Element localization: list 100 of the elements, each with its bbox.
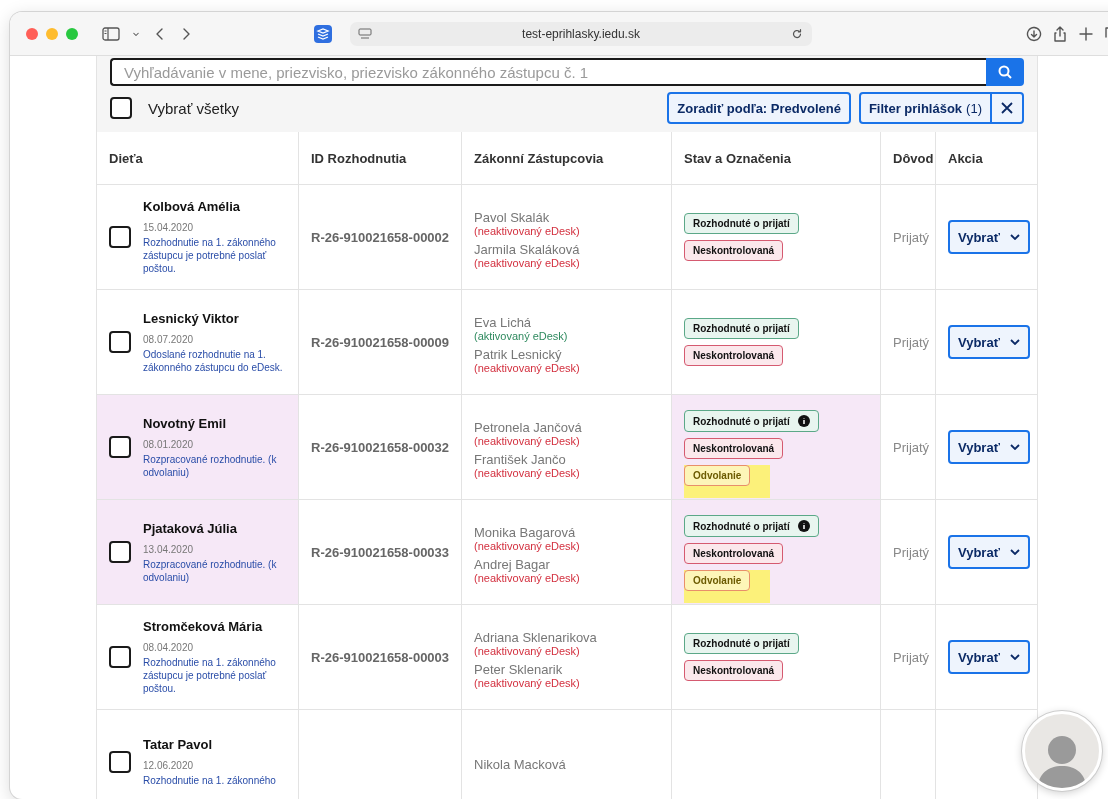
decision-id: R-26-910021658-00033	[311, 544, 450, 560]
column-header: Dôvod	[893, 150, 934, 166]
status-tag: Rozhodnuté o prijatí	[684, 213, 799, 234]
guardian-name: Jarmila Skaláková	[474, 242, 580, 257]
column-header: Zákonní Zástupcovia	[474, 150, 604, 166]
sidebar-icon[interactable]	[102, 26, 120, 41]
status-tag: Neskontrolovaná	[684, 345, 784, 366]
guardian-name: Adriana Sklenarikova	[474, 630, 597, 645]
edesk-status: (neaktivovaný eDesk)	[474, 225, 580, 237]
share-icon[interactable]	[1052, 25, 1068, 42]
decision-id: R-26-910021658-00003	[311, 649, 450, 665]
decision-note: Rozhodnutie na 1. zákonného zástupcu je potrebné poslať poštou.	[143, 656, 277, 695]
chevron-down-icon	[1009, 339, 1020, 345]
status-tag: Odvolanie	[684, 570, 751, 591]
birth-date: 08.07.2020	[143, 333, 195, 345]
child-name: Pjataková Júlia	[143, 520, 238, 536]
row-checkbox[interactable]	[109, 331, 131, 353]
guardian-name: Andrej Bagar	[474, 557, 551, 572]
birth-date: 08.04.2020	[143, 642, 195, 653]
decision-id: R-26-910021658-00009	[311, 334, 450, 350]
edesk-status: (neaktivovaný eDesk)	[474, 467, 581, 479]
guardian-name: Eva Lichá	[474, 315, 533, 330]
page-icon	[358, 27, 372, 40]
edesk-status: (neaktivovaný eDesk)	[474, 257, 580, 269]
child-name: Lesnický Viktor	[143, 310, 240, 326]
guardian-name: Patrik Lesnický	[474, 347, 563, 362]
status-tag: Neskontrolovaná	[684, 660, 784, 681]
edesk-status: (neaktivovaný eDesk)	[474, 645, 581, 657]
select-action-button[interactable]: Vybrať	[948, 430, 1030, 464]
status-tag: Neskontrolovaná	[684, 438, 784, 459]
column-header: Akcia	[948, 150, 983, 166]
child-name: Tatar Pavol	[143, 737, 214, 752]
address-bar[interactable]: test-eprihlasky.iedu.sk	[350, 21, 812, 46]
column-header: Dieťa	[109, 150, 143, 166]
status-tag: Rozhodnuté o prijatí	[684, 515, 819, 537]
child-name: Kolbová Amélia	[143, 199, 242, 214]
guardian-name: Petronela Jančová	[474, 420, 582, 435]
edesk-status: (neaktivovaný eDesk)	[474, 362, 580, 374]
close-window-icon[interactable]	[26, 27, 38, 40]
reason-text: Prijatý	[893, 649, 930, 665]
url-text: test-eprihlasky.iedu.sk	[521, 26, 641, 41]
status-tag: Rozhodnuté o prijatí	[684, 633, 799, 654]
search-field[interactable]: Vyhľadávanie v mene, priezvisko, priezvisko zákonného zástupcu č. 1	[110, 58, 986, 86]
child-name: Novotný Emil	[143, 415, 228, 431]
reason-text: Prijatý	[893, 439, 930, 455]
row-checkbox[interactable]	[109, 751, 131, 773]
guardian-name: Monika Bagarová	[474, 525, 577, 540]
column-header: ID Rozhodnutia	[311, 150, 407, 166]
download-icon[interactable]	[1026, 25, 1042, 42]
chevron-down-icon	[1009, 654, 1020, 660]
birth-date: 08.01.2020	[143, 438, 195, 450]
guardian-name: Pavol Skalák	[474, 210, 551, 225]
birth-date: 12.06.2020	[143, 760, 195, 771]
decision-note: Rozhodnutie na 1. zákonného zástupcu je potrebné poslať poštou.	[143, 236, 277, 275]
select-action-button[interactable]: Vybrať	[948, 535, 1030, 569]
filter-button[interactable]: Filter prihlášok (1)	[858, 92, 992, 124]
status-tag: Odvolanie	[684, 465, 751, 486]
row-checkbox[interactable]	[109, 436, 131, 458]
edesk-status: (neaktivovaný eDesk)	[474, 435, 581, 447]
select-all-label: Vybrať všetky	[148, 99, 239, 117]
chevron-down-icon	[1009, 444, 1020, 450]
edesk-status: (aktivovaný eDesk)	[474, 330, 569, 342]
birth-date: 15.04.2020	[143, 222, 195, 233]
decision-note: Rozhodnutie na 1. zákonného	[143, 774, 276, 787]
reason-text: Prijatý	[893, 544, 930, 560]
status-tag: Rozhodnuté o prijatí	[684, 410, 819, 432]
close-icon	[1001, 102, 1013, 114]
decision-id: R-26-910021658-00032	[311, 439, 450, 455]
chevron-down-icon	[1009, 234, 1020, 240]
select-action-button[interactable]: Vybrať	[948, 640, 1030, 674]
edesk-status: (neaktivovaný eDesk)	[474, 677, 581, 689]
row-checkbox[interactable]	[109, 541, 131, 563]
select-all-checkbox[interactable]	[110, 97, 132, 119]
birth-date: 13.04.2020	[143, 543, 195, 555]
reason-text: Prijatý	[893, 229, 930, 245]
chevron-down-icon	[1009, 549, 1020, 555]
site-logo-icon	[314, 24, 332, 43]
child-name: Stromčeková Mária	[143, 619, 264, 634]
search-icon	[998, 65, 1012, 79]
status-tag: Rozhodnuté o prijatí	[684, 318, 799, 339]
status-tag: Neskontrolovaná	[684, 240, 784, 261]
search-button[interactable]	[986, 58, 1024, 86]
decision-note: Rozpracované rozhodnutie. (k odvolaniu)	[143, 452, 278, 479]
edesk-status: (neaktivovaný eDesk)	[474, 572, 580, 584]
reason-text: Prijatý	[893, 334, 930, 350]
guardian-name: František Jančo	[474, 452, 567, 467]
clear-filter-button[interactable]	[992, 92, 1024, 124]
status-tag: Neskontrolovaná	[684, 543, 784, 564]
row-checkbox[interactable]	[109, 226, 131, 248]
plus-icon[interactable]	[1078, 25, 1094, 42]
select-action-button[interactable]: Vybrať	[948, 325, 1030, 359]
decision-note: Odoslané rozhodnutie na 1. zákonného zástupcu do eDesk.	[143, 347, 284, 374]
row-checkbox[interactable]	[109, 646, 131, 668]
guardian-name: Peter Sklenarik	[474, 662, 564, 677]
guardian-name: Nikola Macková	[474, 757, 566, 772]
column-header: Stav a Označenia	[684, 150, 791, 166]
sort-button[interactable]: Zoradiť podľa: Predvolené	[667, 92, 851, 124]
select-action-button[interactable]: Vybrať	[948, 220, 1030, 254]
edesk-status: (neaktivovaný eDesk)	[474, 540, 580, 552]
decision-id: R-26-910021658-00002	[311, 229, 450, 245]
